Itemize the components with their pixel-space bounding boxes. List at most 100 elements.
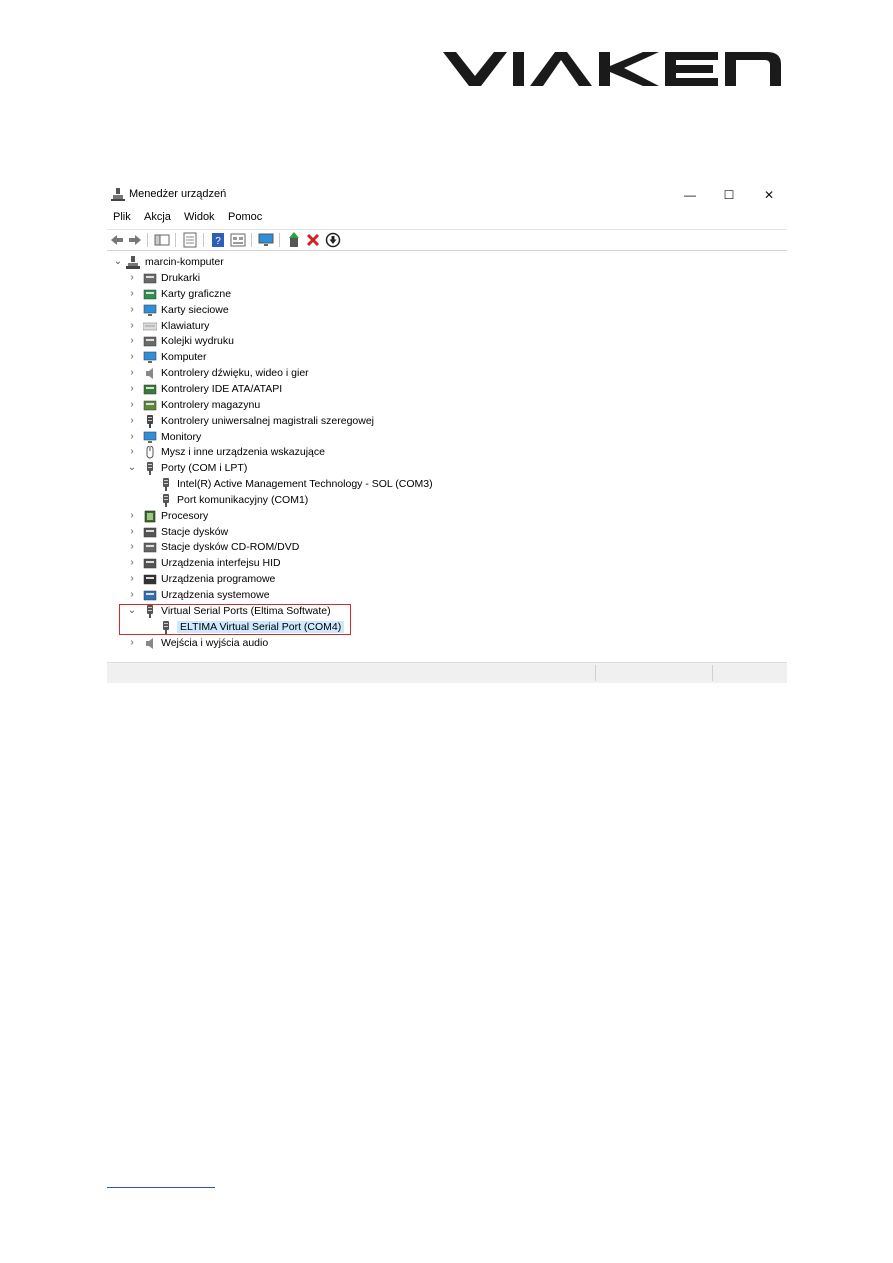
viaken-logo (443, 52, 781, 86)
usb-icon (147, 414, 153, 428)
chevron-right-icon[interactable]: › (127, 383, 137, 394)
port-icon (163, 478, 169, 492)
tree-category-item[interactable]: › Karty graficzne (107, 287, 787, 303)
chevron-right-icon[interactable]: › (127, 574, 137, 584)
chevron-right-icon[interactable]: › (127, 637, 137, 648)
tree-item-label: Stacje dysków CD-ROM/DVD (161, 541, 300, 554)
device-manager-icon (111, 188, 125, 201)
chevron-right-icon[interactable]: › (127, 558, 137, 568)
tree-category-item[interactable]: › Karty sieciowe (107, 303, 787, 319)
tree-root[interactable]: ⌄ marcin-komputer (107, 255, 787, 271)
tree-category-item[interactable]: › Stacje dysków CD-ROM/DVD (107, 540, 787, 556)
tree-item-label: Port komunikacyjny (COM1) (177, 493, 309, 506)
processor-icon (144, 510, 156, 523)
tree-item-label: Drukarki (161, 272, 201, 284)
tree-item-label: Procesory (161, 509, 209, 522)
chevron-right-icon[interactable]: › (127, 526, 137, 537)
footer-link-underline[interactable] (107, 1187, 215, 1188)
device-manager-window: Menedżer urządzeń — ☐ ✕ Plik Akcja Widok… (107, 182, 787, 683)
tree-category-item[interactable]: › Kontrolery dźwięku, wideo i gier (107, 366, 787, 382)
tree-category-item[interactable]: › Urządzenia systemowe (107, 588, 787, 604)
tree-category-item[interactable]: › Kontrolery uniwersalnej magistrali szer… (107, 414, 787, 430)
maximize-button[interactable]: ☐ (714, 184, 744, 206)
update-driver-icon[interactable] (286, 232, 302, 248)
port-icon (163, 493, 169, 507)
uninstall-icon[interactable] (305, 232, 321, 248)
tree-category-item[interactable]: › Kontrolery IDE ATA/ATAPI (107, 382, 787, 398)
chevron-right-icon[interactable]: › (127, 590, 137, 600)
chevron-right-icon[interactable]: › (127, 542, 137, 552)
tree-item-label: Monitory (161, 430, 202, 443)
menu-akcja[interactable]: Akcja (144, 211, 171, 223)
tree-category-item[interactable]: › Drukarki (107, 271, 787, 287)
monitor-icon (143, 431, 157, 443)
tree-item-label: Porty (COM i LPT) (161, 462, 248, 475)
tree-item-label: Kontrolery dźwięku, wideo i gier (161, 367, 309, 380)
software-device-icon (143, 574, 157, 585)
tree-category-item[interactable]: › Kontrolery magazynu (107, 398, 787, 414)
tree-category-item[interactable]: › Klawiatury (107, 319, 787, 335)
chevron-right-icon[interactable]: › (127, 304, 137, 315)
chevron-right-icon[interactable]: › (127, 336, 137, 346)
tree-category-item[interactable]: › Stacje dysków (107, 525, 787, 541)
computer-icon (143, 351, 157, 364)
cdrom-icon (143, 543, 157, 553)
tree-item-label: Kolejki wydruku (161, 335, 234, 348)
tree-item-label: Klawiatury (161, 319, 210, 332)
chevron-right-icon[interactable]: › (127, 399, 137, 410)
monitor-icon[interactable] (258, 232, 274, 248)
tree-child-item[interactable]: Port komunikacyjny (COM1) (107, 493, 787, 509)
mouse-icon (146, 446, 154, 459)
network-adapter-icon (143, 304, 157, 316)
tree-category-item[interactable]: ⌄ Porty (COM i LPT) (107, 461, 787, 477)
chevron-right-icon[interactable]: › (127, 368, 137, 378)
view-icon[interactable] (230, 232, 246, 248)
highlight-box (119, 604, 351, 635)
tree-item-label: Karty sieciowe (161, 303, 229, 316)
tree-item-label: Karty graficzne (161, 287, 232, 300)
tree-category-item[interactable]: › Mysz i inne urządzenia wskazujące (107, 445, 787, 461)
menu-plik[interactable]: Plik (113, 211, 131, 223)
tree-category-item[interactable]: › Kolejki wydruku (107, 334, 787, 350)
properties-icon[interactable] (182, 232, 198, 248)
tree-category-item[interactable]: › Komputer (107, 350, 787, 366)
tree-category-item[interactable]: › Wejścia i wyjścia audio (107, 636, 787, 652)
show-hide-tree-icon[interactable] (154, 232, 170, 248)
chevron-right-icon[interactable]: › (127, 415, 137, 426)
chevron-right-icon[interactable]: › (127, 447, 137, 457)
menu-widok[interactable]: Widok (184, 211, 215, 223)
chevron-down-icon[interactable]: ⌄ (113, 257, 123, 267)
menu-pomoc[interactable]: Pomoc (228, 211, 262, 223)
chevron-right-icon[interactable]: › (127, 431, 137, 442)
chevron-right-icon[interactable]: › (127, 352, 137, 362)
ide-icon (143, 384, 157, 395)
disk-drive-icon (143, 527, 157, 537)
tree-category-item[interactable]: › Procesory (107, 509, 787, 525)
tree-item-label: Kontrolery uniwersalnej magistrali szere… (161, 414, 375, 427)
hid-icon (143, 559, 157, 569)
audio-io-icon (146, 637, 153, 649)
forward-icon[interactable] (127, 232, 143, 248)
chevron-right-icon[interactable]: › (127, 273, 137, 283)
status-bar (107, 662, 787, 683)
print-queue-icon (143, 337, 157, 347)
help-icon[interactable]: ? (210, 232, 226, 248)
tree-item-label: Kontrolery IDE ATA/ATAPI (161, 382, 283, 395)
back-icon[interactable] (109, 232, 125, 248)
close-button[interactable]: ✕ (754, 184, 784, 206)
tree-category-item[interactable]: › Monitory (107, 430, 787, 446)
chevron-right-icon[interactable]: › (127, 288, 137, 299)
disable-icon[interactable] (325, 232, 341, 248)
tree-category-item[interactable]: › Urządzenia interfejsu HID (107, 556, 787, 572)
tree-item-label: Komputer (161, 351, 207, 364)
chevron-right-icon[interactable]: › (127, 320, 137, 331)
printer-icon (143, 273, 157, 284)
display-adapter-icon (143, 289, 157, 300)
chevron-down-icon[interactable]: ⌄ (127, 463, 137, 473)
tree-child-item[interactable]: Intel(R) Active Management Technology - … (107, 477, 787, 493)
minimize-button[interactable]: — (675, 184, 705, 206)
chevron-right-icon[interactable]: › (127, 510, 137, 521)
title-bar: Menedżer urządzeń — ☐ ✕ (107, 182, 787, 208)
keyboard-icon (143, 322, 157, 330)
tree-category-item[interactable]: › Urządzenia programowe (107, 572, 787, 588)
